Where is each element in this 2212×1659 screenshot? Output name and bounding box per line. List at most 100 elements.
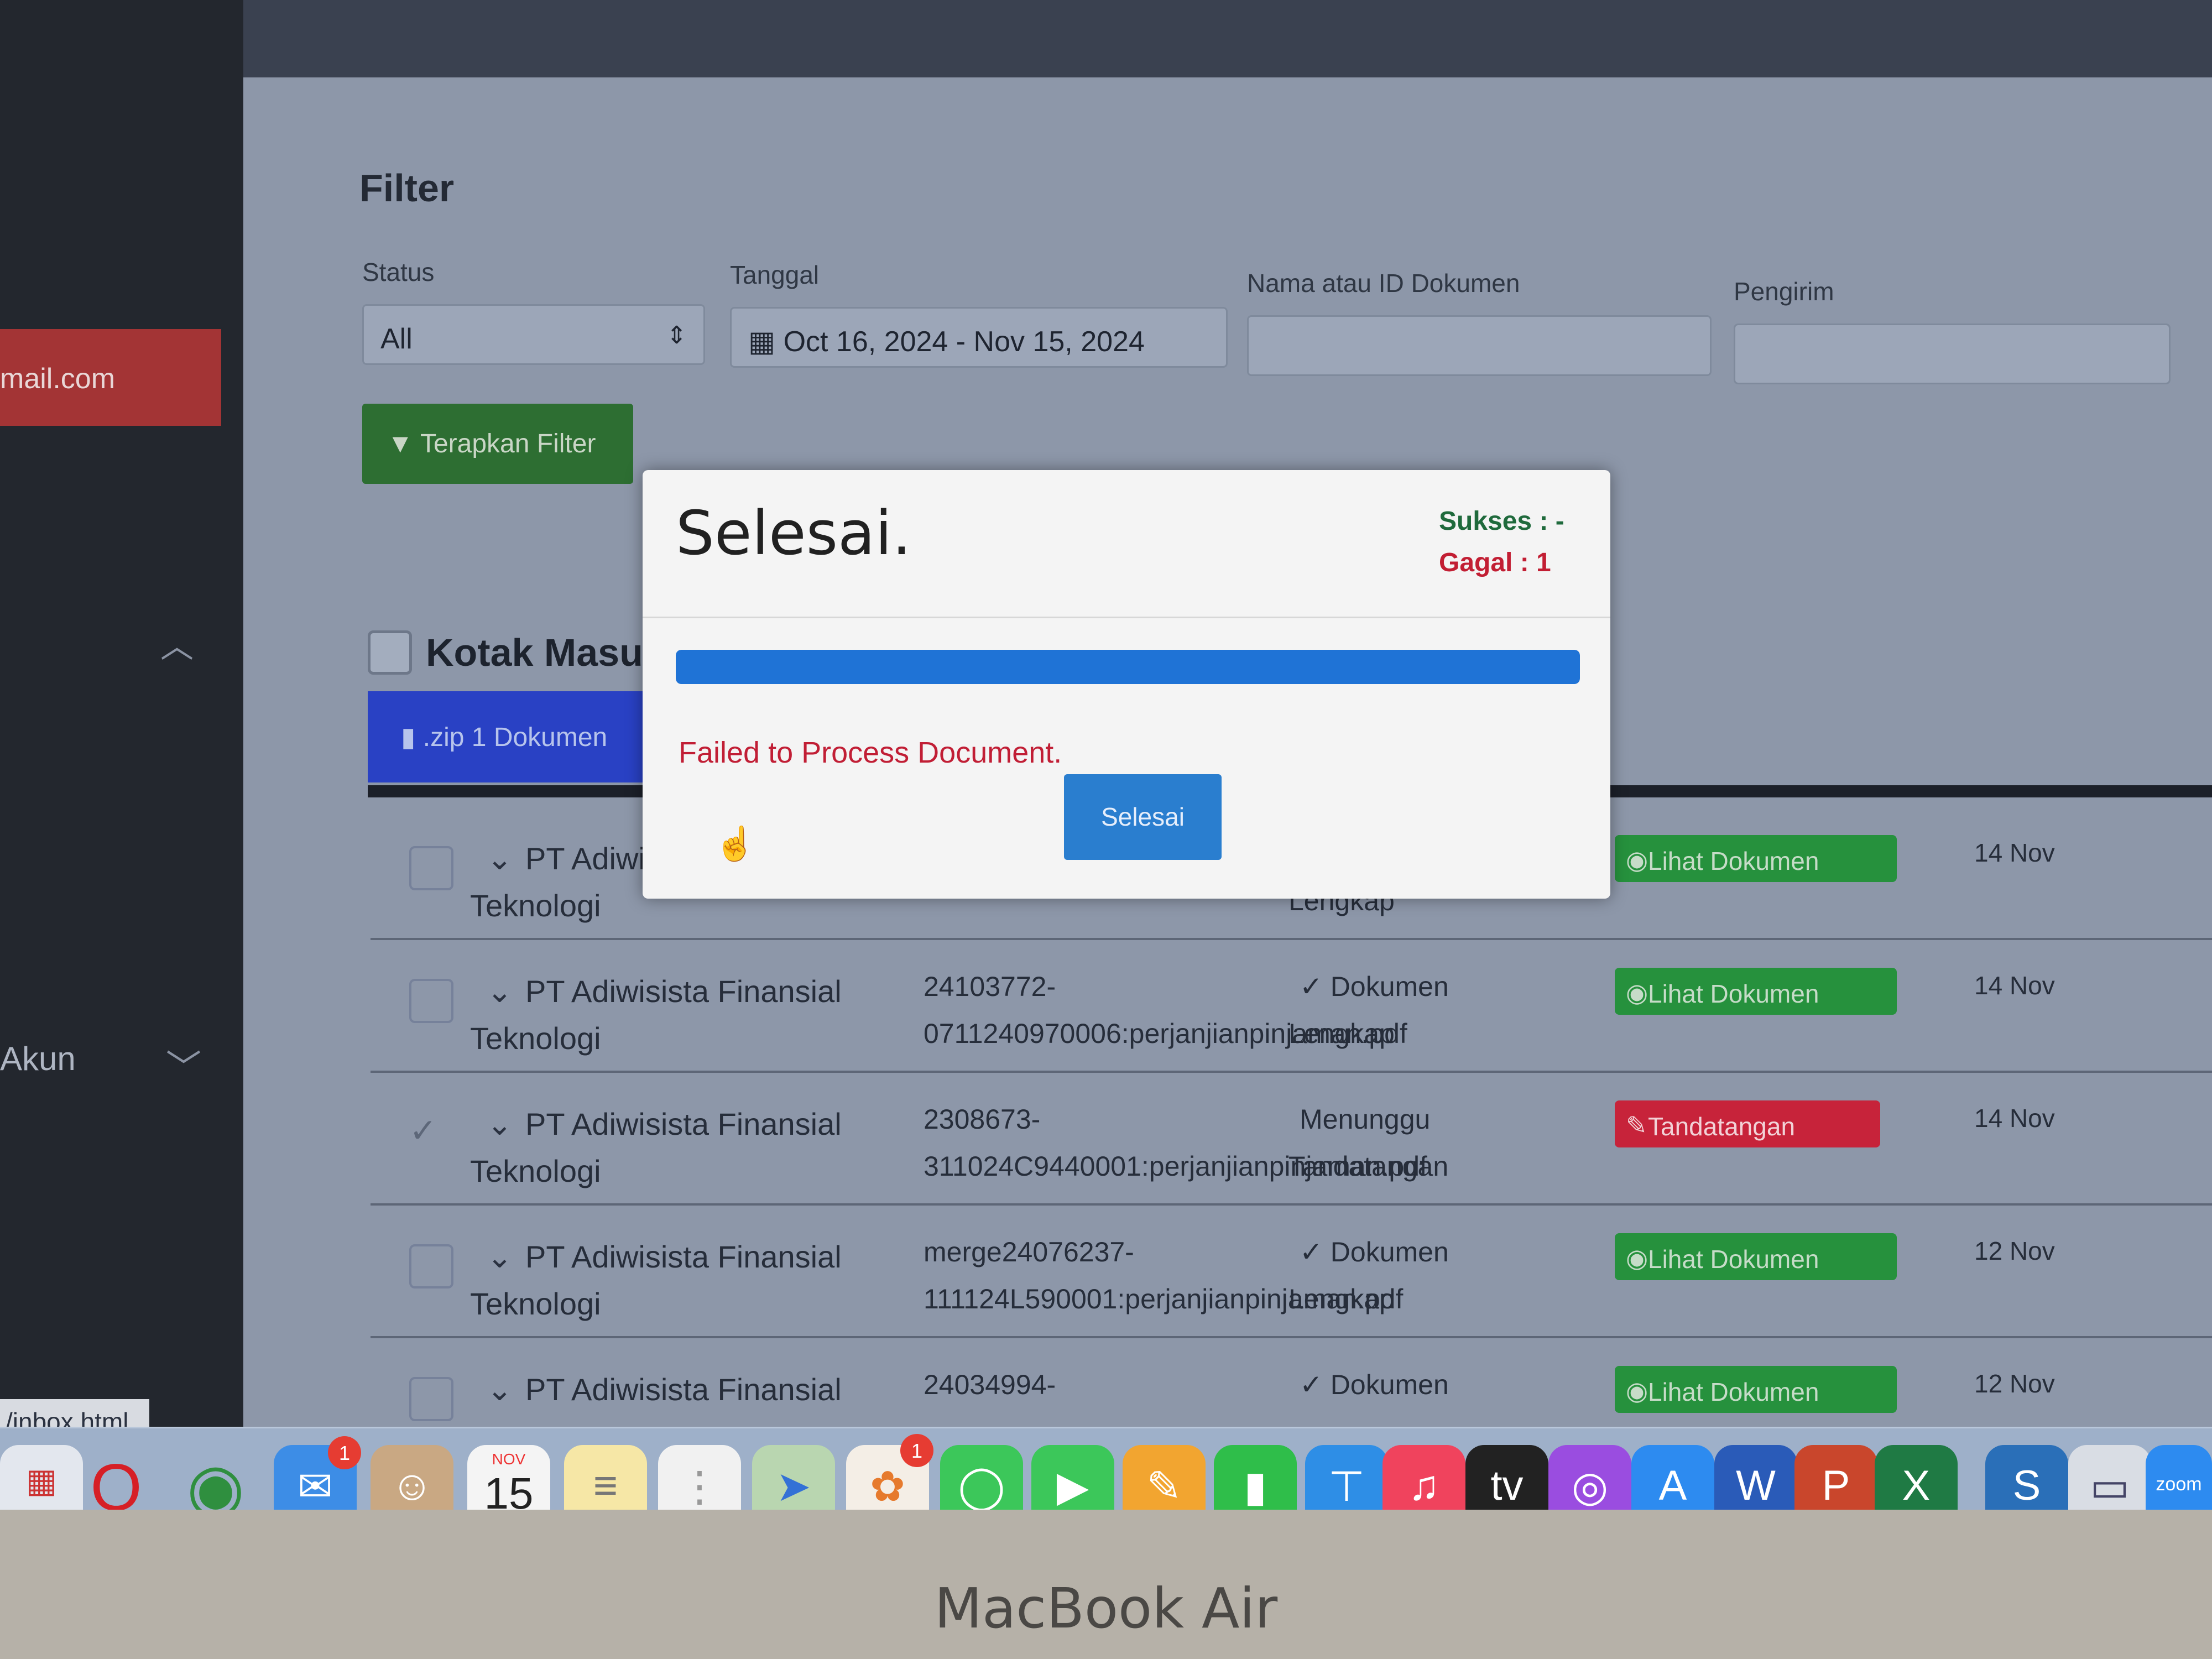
row-sender-cont: Teknologi (470, 888, 601, 923)
edit-icon: ✎ (1626, 1111, 1647, 1140)
row-checkbox[interactable] (409, 1377, 453, 1421)
eye-icon: ◉ (1626, 1376, 1648, 1405)
row-sender-cont: Teknologi (470, 1154, 601, 1188)
row-sender-cont: Teknologi (470, 1021, 601, 1056)
status-label: Status (362, 258, 435, 286)
word-icon[interactable]: W (1714, 1445, 1797, 1510)
notes-icon[interactable]: ≡ (564, 1445, 647, 1510)
row-checkbox[interactable] (409, 846, 453, 890)
row-sender: PT Adiwisista Finansial (525, 1239, 842, 1274)
facetime-icon[interactable]: ▶ (1031, 1445, 1114, 1510)
view-document-button[interactable]: ◉ Lihat Dokumen (1615, 1233, 1897, 1280)
table-row[interactable]: ⌄ PT Adiwisista Finansial Teknologi merge24… (371, 1206, 2212, 1338)
sidebar: mail.com ︿ Akun ﹀ (0, 0, 243, 1510)
view-document-button[interactable]: ◉ Lihat Dokumen (1615, 835, 1897, 882)
opera-icon[interactable]: O (75, 1445, 158, 1510)
action-label: Tandatangan (1648, 1112, 1796, 1141)
zip-download-button[interactable]: ▮ .zip 1 Dokumen (368, 691, 655, 782)
chrome-icon[interactable]: ◉ (174, 1445, 257, 1510)
apple-tv-icon[interactable]: tv (1465, 1445, 1548, 1510)
laptop-model-label: MacBook Air (934, 1576, 1278, 1641)
action-label: Lihat Dokumen (1648, 979, 1819, 1008)
row-status-cont: Tandatangan (1288, 1151, 1449, 1182)
filter-icon: ▼ (387, 429, 420, 458)
zip-button-label: .zip 1 Dokumen (422, 723, 608, 752)
row-doc-id: merge24076237- (924, 1237, 1134, 1267)
chevron-down-icon[interactable]: ⌄ (487, 1106, 513, 1142)
chevron-down-icon[interactable]: ⌄ (487, 1371, 513, 1408)
zoom-icon[interactable]: zoom (2146, 1445, 2212, 1510)
photos-icon[interactable]: ✿ 1 (846, 1434, 933, 1510)
chevron-down-icon[interactable]: ⌄ (487, 973, 513, 1010)
nama-dokumen-label: Nama atau ID Dokumen (1247, 269, 1520, 298)
row-sender: PT Adiwis (525, 841, 661, 876)
eye-icon: ◉ (1626, 1244, 1648, 1272)
row-status: ✓ Dokumen (1300, 1369, 1449, 1400)
numbers-icon[interactable]: ▮ (1214, 1445, 1297, 1510)
date-range-input[interactable]: ▦ Oct 16, 2024 - Nov 15, 2024 (730, 307, 1228, 368)
table-row[interactable]: ✓ ⌄ PT Adiwisista Finansial Teknologi 230867… (371, 1073, 2212, 1206)
nama-dokumen-input[interactable] (1247, 315, 1712, 376)
view-document-button[interactable]: ◉ Lihat Dokumen (1615, 968, 1897, 1015)
row-checkbox[interactable] (409, 1244, 453, 1288)
pengirim-label: Pengirim (1734, 277, 1834, 306)
reminders-icon[interactable]: ⋮ (658, 1445, 741, 1510)
calendar-icon: ▦ (748, 326, 784, 358)
maps-icon[interactable]: ➤ (752, 1445, 835, 1510)
chevron-up-icon[interactable]: ︿ (160, 619, 194, 667)
mail-icon[interactable]: ✉ 1 (274, 1436, 361, 1510)
row-doc-id: 24103772- (924, 971, 1056, 1002)
error-message: Failed to Process Document. (679, 736, 1062, 769)
photos-badge: 1 (900, 1434, 933, 1467)
launchpad-icon[interactable]: ▦ (0, 1445, 83, 1510)
row-status: ✓ Dokumen (1300, 971, 1449, 1002)
preview-icon[interactable]: ▭ (2068, 1445, 2151, 1510)
sign-button[interactable]: ✎ Tandatangan (1615, 1100, 1880, 1147)
pengirim-input[interactable] (1734, 324, 2171, 384)
chevron-down-icon[interactable]: ⌄ (487, 841, 513, 877)
chevron-down-icon[interactable]: ⌄ (487, 1239, 513, 1275)
row-doc-id: 2308673- (924, 1104, 1041, 1135)
row-checkbox-checked[interactable]: ✓ (409, 1112, 453, 1156)
done-button[interactable]: Selesai (1064, 774, 1222, 860)
row-doc-id: 24034994- (924, 1369, 1056, 1400)
dock: ▦ O ◉ ✉ 1 ☺ NOV 15 ≡ ⋮ ➤ ✿ 1 ◯ ▶ ✎ ▮ ⊤ ♫… (0, 1427, 2212, 1510)
apply-filter-button[interactable]: ▼ Terapkan Filter (362, 404, 633, 484)
app-s-icon[interactable]: S (1985, 1445, 2068, 1510)
excel-icon[interactable]: X (1875, 1445, 1958, 1510)
row-status-cont: Lengkap (1288, 1018, 1395, 1049)
messages-icon[interactable]: ◯ (940, 1445, 1023, 1510)
apply-filter-label: Terapkan Filter (420, 429, 596, 458)
podcasts-icon[interactable]: ◎ (1548, 1445, 1631, 1510)
music-icon[interactable]: ♫ (1383, 1445, 1465, 1510)
app-store-icon[interactable]: A (1631, 1445, 1714, 1510)
row-date: 12 Nov (1974, 1369, 2055, 1398)
row-sender: PT Adiwisista Finansial (525, 974, 842, 1009)
row-checkbox[interactable] (409, 979, 453, 1023)
modal-divider (643, 617, 1610, 618)
select-all-checkbox[interactable] (368, 630, 412, 675)
status-select-value: All (380, 323, 413, 355)
keynote-icon[interactable]: ⊤ (1305, 1445, 1388, 1510)
row-date: 14 Nov (1974, 971, 2055, 1000)
row-sender-cont: Teknologi (470, 1286, 601, 1321)
date-range-value: Oct 16, 2024 - Nov 15, 2024 (783, 326, 1145, 358)
contacts-icon[interactable]: ☺ (371, 1445, 453, 1510)
sort-arrows-icon: ⇕ (666, 322, 687, 349)
calendar-day: 15 (484, 1469, 534, 1510)
powerpoint-icon[interactable]: P (1794, 1445, 1877, 1510)
sidebar-account-email[interactable]: mail.com (0, 329, 221, 426)
filter-title: Filter (359, 166, 455, 210)
eye-icon: ◉ (1626, 978, 1648, 1007)
status-select[interactable]: All ⇕ (362, 304, 705, 365)
calendar-icon[interactable]: NOV 15 (467, 1445, 550, 1510)
row-status: ✓ Dokumen (1300, 1237, 1449, 1267)
row-date: 12 Nov (1974, 1237, 2055, 1265)
row-status: Menunggu (1300, 1104, 1431, 1135)
chevron-down-icon[interactable]: ﹀ (166, 1040, 201, 1091)
action-label: Lihat Dokumen (1648, 1378, 1819, 1406)
view-document-button[interactable]: ◉ Lihat Dokumen (1615, 1366, 1897, 1413)
table-row[interactable]: ⌄ PT Adiwisista Finansial Teknologi 2410377… (371, 940, 2212, 1073)
pages-icon[interactable]: ✎ (1123, 1445, 1206, 1510)
sidebar-item-akun[interactable]: Akun (0, 1040, 76, 1078)
